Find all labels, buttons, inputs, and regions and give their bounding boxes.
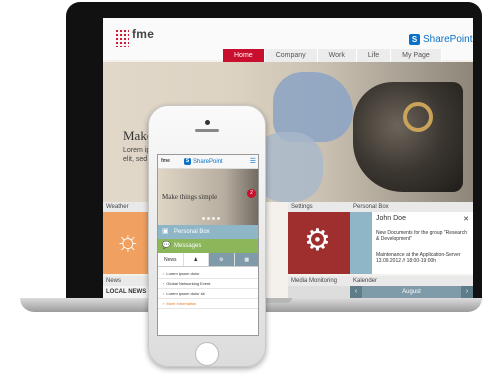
personal-box-user[interactable]: John Doe xyxy=(376,215,406,222)
mobile-hero-title: Make things simple xyxy=(162,193,218,201)
settings-tile[interactable]: ⚙ xyxy=(288,212,350,274)
sharepoint-logo: S SharePoint xyxy=(409,34,472,45)
close-icon[interactable]: ✕ xyxy=(463,215,469,223)
more-link-text: More information xyxy=(166,301,197,306)
tile-header-media-monitoring: Media Monitoring xyxy=(288,276,350,286)
calendar-prev-button[interactable]: ‹ xyxy=(350,286,362,298)
mobile-hero[interactable]: Make things simple 2 xyxy=(158,169,258,225)
tile-header-settings: Settings xyxy=(288,202,350,212)
fme-logo[interactable]: fme xyxy=(132,27,154,41)
site-header: fme S SharePoint Home Company Work Life … xyxy=(103,18,473,62)
tile-header-kalender: Kalender xyxy=(350,276,473,286)
sharepoint-label: SharePoint xyxy=(423,34,473,45)
box-icon: ▣ xyxy=(162,228,169,235)
calendar-next-button[interactable]: › xyxy=(461,286,473,298)
list-item-text: Lorem ipsum dolor xyxy=(166,271,200,276)
calendar-icon: ▦ xyxy=(244,257,250,263)
nav-item-home[interactable]: Home xyxy=(223,49,265,62)
tab-user[interactable]: ♟ xyxy=(183,253,209,266)
nav-item-my-page[interactable]: My Page xyxy=(391,49,442,62)
mobile-tabs: News ♟ ⚙ ▦ xyxy=(158,253,258,267)
nav-item-company[interactable]: Company xyxy=(264,49,318,62)
sharepoint-icon: S xyxy=(184,158,191,165)
carousel-dot[interactable] xyxy=(217,217,220,220)
sharepoint-label: SharePoint xyxy=(193,158,223,165)
calendar-month-bar: ‹ August › xyxy=(350,286,473,298)
list-item[interactable]: › Lorem ipsum dolor xyxy=(158,269,258,279)
nav-item-life[interactable]: Life xyxy=(356,49,392,62)
personal-box-tile[interactable]: John Doe ✕ New Documents for the group "… xyxy=(350,212,473,274)
media-monitoring-tile[interactable] xyxy=(288,286,350,298)
mobile-personal-box[interactable]: ▣ Personal Box xyxy=(158,225,258,239)
tab-news[interactable]: News xyxy=(158,253,184,266)
message-time: 13.09.2012 // 18:00-19:00h xyxy=(376,258,437,264)
phone: fme S SharePoint ☰ Make things simple 2 xyxy=(148,105,266,367)
weather-tile[interactable]: ☼ xyxy=(103,212,151,274)
hero-machine-shape xyxy=(353,82,463,192)
personal-box-sidebar xyxy=(350,212,372,274)
tile-header-weather: Weather xyxy=(103,202,151,212)
news-local-news[interactable]: LOCAL NEWS xyxy=(103,286,151,298)
carousel-dots[interactable] xyxy=(202,217,220,220)
mobile-fme-logo[interactable]: fme xyxy=(161,158,170,164)
nav-item-work[interactable]: Work xyxy=(317,49,357,62)
gear-icon: ⚙ xyxy=(304,224,331,257)
device-mockup: fme S SharePoint Home Company Work Life … xyxy=(0,0,484,382)
mobile-personal-box-label: Personal Box xyxy=(174,229,210,235)
sharepoint-icon: S xyxy=(409,34,420,45)
fme-logo-dots-icon xyxy=(115,29,129,47)
sun-icon: ☼ xyxy=(115,225,141,256)
phone-camera xyxy=(205,120,210,125)
notification-badge: 2 xyxy=(247,189,256,198)
gear-icon: ⚙ xyxy=(219,257,224,263)
phone-home-button[interactable] xyxy=(195,342,219,366)
mobile-messages[interactable]: 💬 Messages xyxy=(158,239,258,253)
list-item-text: Global Networking Event xyxy=(166,281,211,286)
personal-box-message[interactable]: Maintenance at the Application-Server 13… xyxy=(376,252,471,264)
tab-calendar[interactable]: ▦ xyxy=(234,253,258,266)
tile-header-personal-box: Personal Box xyxy=(350,202,473,212)
tile-header-news: News xyxy=(103,276,151,286)
carousel-dot[interactable] xyxy=(207,217,210,220)
carousel-dot[interactable] xyxy=(212,217,215,220)
list-item[interactable]: › Lorem ipsum dolor sit xyxy=(158,289,258,299)
mobile-messages-label: Messages xyxy=(174,243,202,249)
chat-icon: 💬 xyxy=(162,242,171,249)
personal-box-message[interactable]: New Documents for the group "Research & … xyxy=(376,230,471,242)
carousel-dot[interactable] xyxy=(202,217,205,220)
mobile-news-list: › Lorem ipsum dolor › Global Networking Ev… xyxy=(158,269,258,309)
phone-speaker xyxy=(195,129,219,132)
user-icon: ♟ xyxy=(193,257,198,263)
more-link[interactable]: › More information xyxy=(158,299,258,309)
mobile-header: fme S SharePoint ☰ xyxy=(158,155,258,169)
main-nav: Home Company Work Life My Page xyxy=(223,49,442,62)
mobile-sharepoint-logo: S SharePoint xyxy=(184,158,223,165)
phone-screen: fme S SharePoint ☰ Make things simple 2 xyxy=(157,154,259,336)
hero-ring-shape xyxy=(403,102,433,132)
list-item-text: Lorem ipsum dolor sit xyxy=(166,291,205,296)
tab-settings[interactable]: ⚙ xyxy=(209,253,235,266)
calendar-month: August xyxy=(402,289,421,295)
list-item[interactable]: › Global Networking Event xyxy=(158,279,258,289)
menu-icon[interactable]: ☰ xyxy=(250,158,256,166)
